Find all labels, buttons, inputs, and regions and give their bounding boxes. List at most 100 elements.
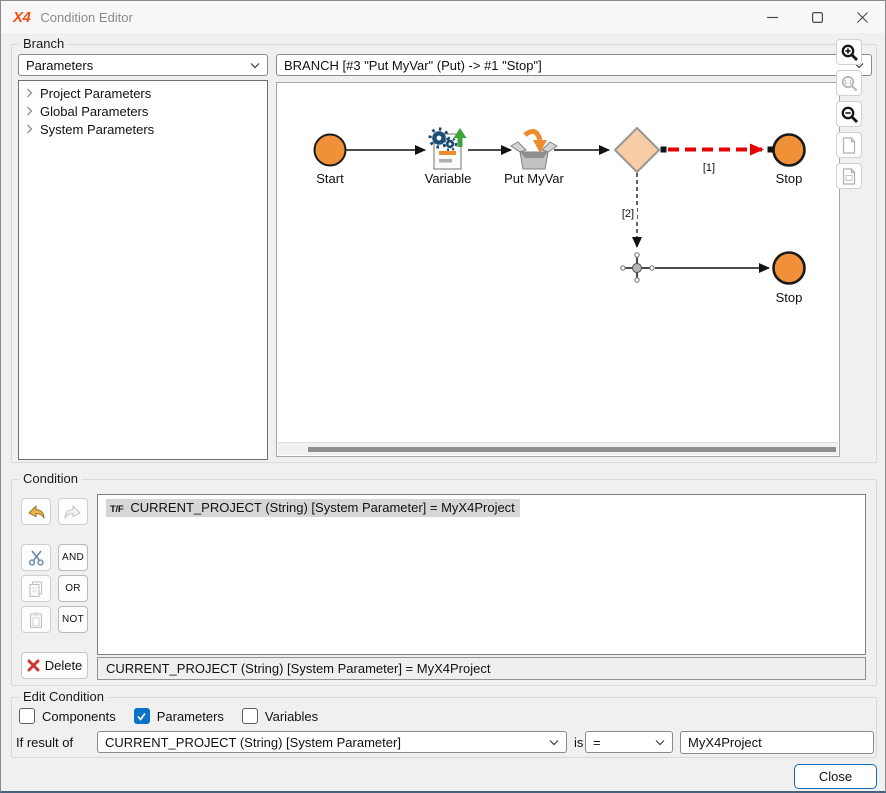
delete-x-icon [27,659,40,672]
node-variable[interactable]: Variable [425,128,472,186]
horizontal-scrollbar[interactable] [278,442,838,455]
category-select-value: Parameters [26,58,93,73]
chevron-right-icon [26,124,33,134]
undo-button[interactable] [21,498,51,525]
svg-text:Put MyVar: Put MyVar [504,171,564,186]
if-result-of-label: If result of [16,735,73,750]
redo-icon [63,503,83,521]
page-overview-icon [840,167,858,186]
copy-button[interactable] [21,575,51,602]
parameter-select[interactable]: CURRENT_PROJECT (String) [System Paramet… [97,731,567,753]
tree-item-system-parameters[interactable]: System Parameters [19,120,267,138]
parameters-tree: Project Parameters Global Parameters Sys… [18,80,268,460]
magnifier-one-to-one-icon: 1:1 [840,74,859,93]
zoom-in-button[interactable] [836,39,862,65]
undo-icon [26,503,46,521]
minimize-button[interactable] [750,1,795,33]
parameters-checkbox[interactable] [134,708,150,724]
tree-item-label: System Parameters [40,122,154,137]
node-put-myvar[interactable]: Put MyVar [504,131,564,186]
paste-icon [27,611,45,629]
scissors-icon [28,549,45,566]
svg-text:Stop: Stop [776,290,803,305]
parameters-checkbox-label: Parameters [157,709,224,724]
tree-item-global-parameters[interactable]: Global Parameters [19,102,267,120]
page-icon [840,136,858,155]
node-stop-1[interactable]: Stop [774,135,805,187]
parameter-select-value: CURRENT_PROJECT (String) [System Paramet… [105,735,401,750]
condition-list[interactable]: T/F CURRENT_PROJECT (String) [System Par… [97,494,866,655]
workflow-canvas[interactable]: [1] [2] Start [276,82,840,457]
edge-label-1: [1] [703,162,715,174]
page-overview-button[interactable] [836,163,862,189]
zoom-out-button[interactable] [836,101,862,127]
checkmark-icon [136,711,147,722]
titlebar: X4 Condition Editor [1,1,885,33]
branch-select-value: BRANCH [#3 "Put MyVar" (Put) -> #1 "Stop… [284,58,542,73]
variables-checkbox-label: Variables [265,709,318,724]
maximize-icon [812,12,823,23]
zoom-actual-size-button[interactable]: 1:1 [836,70,862,96]
not-button[interactable]: NOT [58,606,88,633]
edge-handle[interactable] [661,147,667,153]
category-select[interactable]: Parameters [18,54,268,76]
paste-button[interactable] [21,606,51,633]
close-icon [857,12,868,23]
branch-group-label: Branch [19,36,68,51]
tree-item-label: Project Parameters [40,86,151,101]
or-button[interactable]: OR [58,575,88,602]
svg-text:Start: Start [316,171,344,186]
tree-item-project-parameters[interactable]: Project Parameters [19,84,267,102]
components-checkbox-label: Components [42,709,116,724]
tree-item-label: Global Parameters [40,104,148,119]
edit-condition-group: Edit Condition Components Parameters Var… [11,697,877,758]
minimize-icon [767,12,778,23]
delete-button-label: Delete [45,658,83,673]
close-button[interactable]: Close [794,764,877,789]
chevron-right-icon [26,88,33,98]
close-window-button[interactable] [840,1,885,33]
variables-checkbox[interactable] [242,708,258,724]
workflow-diagram: [1] [2] Start [277,83,839,442]
zoom-toolbar: 1:1 [836,39,862,189]
delete-button[interactable]: Delete [21,652,88,679]
chevron-right-icon [26,106,33,116]
condition-group: Condition AND [11,479,877,686]
node-stop-2[interactable]: Stop [774,253,805,306]
variables-checkbox-wrap[interactable]: Variables [242,708,318,724]
connector-node[interactable] [621,253,654,282]
node-start[interactable]: Start [315,135,346,187]
svg-text:Variable: Variable [425,171,472,186]
cut-button[interactable] [21,544,51,571]
branch-group: Branch Parameters BRANCH [#3 "Put MyVar"… [11,44,877,463]
parameters-checkbox-wrap[interactable]: Parameters [134,708,224,724]
chevron-down-icon [250,62,260,69]
fit-page-button[interactable] [836,132,862,158]
and-button[interactable]: AND [58,544,88,571]
is-label: is [574,735,583,750]
redo-button[interactable] [58,498,88,525]
edit-condition-group-label: Edit Condition [19,689,108,704]
copy-icon [27,580,45,598]
maximize-button[interactable] [795,1,840,33]
svg-text:Stop: Stop [776,171,803,186]
components-checkbox[interactable] [19,708,35,724]
node-condition-diamond[interactable] [615,128,659,172]
svg-text:1:1: 1:1 [844,80,852,86]
condition-summary-field: CURRENT_PROJECT (String) [System Paramet… [97,657,866,680]
chevron-down-icon [549,739,559,746]
condition-group-label: Condition [19,471,82,486]
scrollbar-thumb[interactable] [308,447,836,452]
edge-label-2: [2] [622,208,634,220]
condition-editor-dialog: X4 Condition Editor Branch Parameters BR… [0,0,886,793]
operator-select[interactable]: = [585,731,673,753]
condition-text: CURRENT_PROJECT (String) [System Paramet… [130,500,514,515]
window-title: Condition Editor [40,10,133,25]
x4-logo: X4 [13,9,30,26]
condition-list-item[interactable]: T/F CURRENT_PROJECT (String) [System Par… [106,499,520,517]
chevron-down-icon [655,739,665,746]
components-checkbox-wrap[interactable]: Components [19,708,116,724]
magnifier-plus-icon [840,43,859,62]
branch-select[interactable]: BRANCH [#3 "Put MyVar" (Put) -> #1 "Stop… [276,54,872,76]
value-input[interactable] [680,731,874,754]
